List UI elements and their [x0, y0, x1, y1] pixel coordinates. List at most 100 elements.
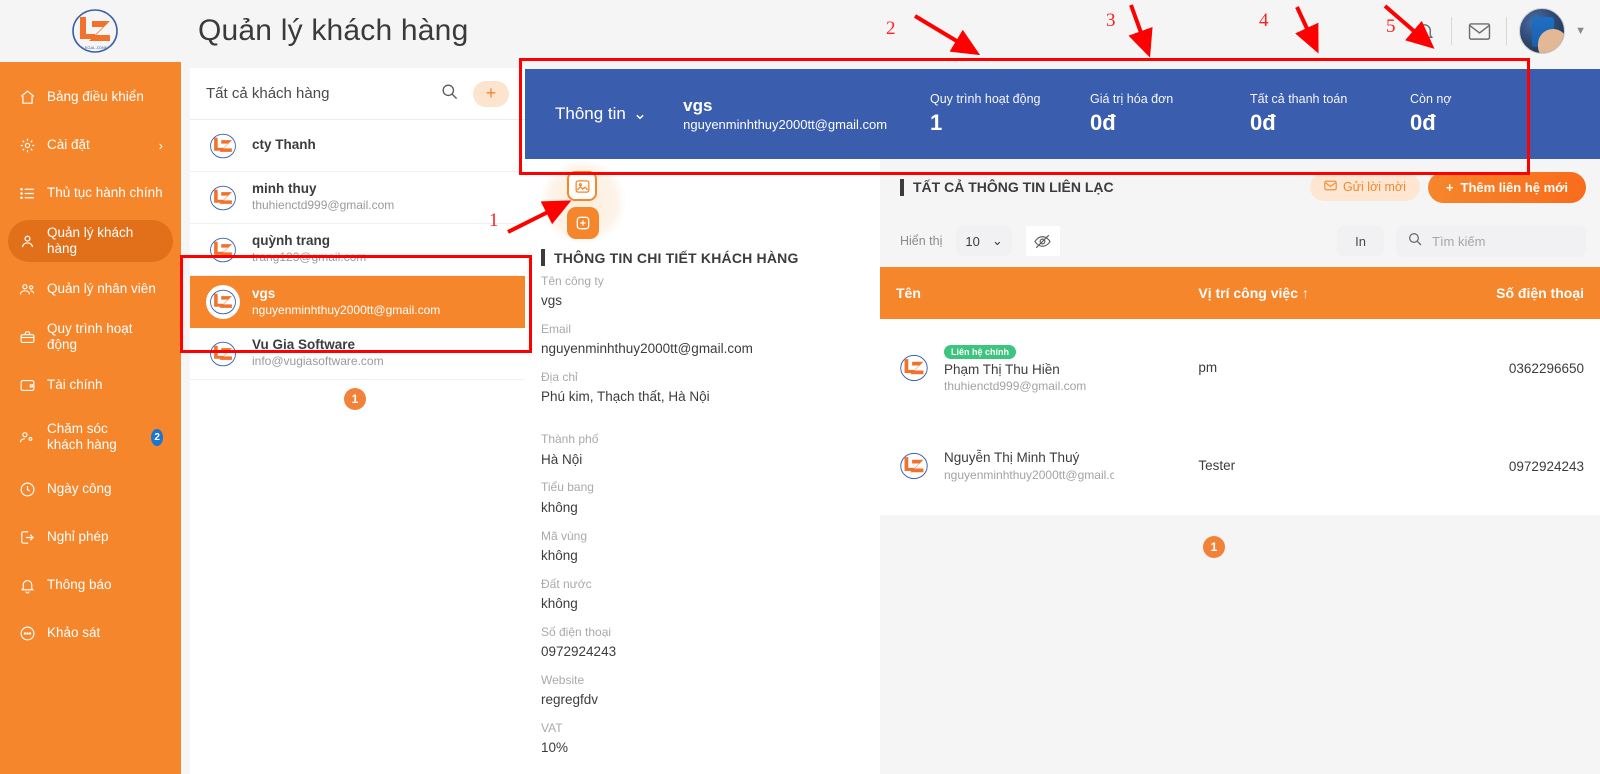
contacts-search-input[interactable]	[1432, 233, 1572, 249]
send-invite-button[interactable]: Gửi lời mời	[1309, 173, 1420, 201]
sidebar-item-label: Quy trình hoạt động	[47, 321, 133, 352]
column-header-name[interactable]: Tên	[880, 267, 1183, 319]
sidebar-item-label: Nghỉ phép	[47, 529, 109, 545]
sidebar-item-notifications[interactable]: Thông báo	[8, 564, 173, 606]
sidebar-item-finance[interactable]: Tài chính	[8, 364, 173, 406]
field-value: không	[541, 595, 578, 611]
field-label: Thành phố	[541, 432, 599, 447]
eye-off-icon[interactable]	[1025, 226, 1060, 256]
contact-email: thuhienctd999@gmail.com	[944, 379, 1087, 394]
field-label: Địa chỉ	[541, 370, 578, 385]
sidebar-item-admin-procedures[interactable]: Thủ tục hành chính	[8, 172, 173, 214]
sidebar-item-workflow[interactable]: Quy trình hoạt động	[8, 316, 173, 358]
section-marker	[900, 178, 904, 196]
sidebar-item-employee-management[interactable]: Quản lý nhân viên	[8, 268, 173, 310]
customer-summary-bar: Thông tin ⌄ vgs nguyenminhthuy2000tt@gma…	[525, 69, 1600, 159]
customer-name: Vu Gia Software	[252, 337, 356, 353]
info-tab[interactable]: Thông tin ⌄	[555, 104, 647, 124]
contacts-table-head: Tên Vị trí công việc ↑ Số điện thoại	[880, 267, 1600, 319]
sidebar-item-label: Thủ tục hành chính	[47, 185, 163, 201]
primary-contact-badge: Liên hệ chính	[944, 344, 1017, 359]
cell-job-title: pm	[1182, 319, 1420, 417]
sidebar-item-survey[interactable]: Khảo sát	[8, 612, 173, 654]
page-size-select[interactable]: 10 ⌄	[956, 226, 1012, 256]
info-tab-label: Thông tin	[555, 104, 626, 123]
stat-value: 0đ	[1410, 110, 1436, 136]
page-size-value: 10	[965, 233, 980, 249]
svg-text:LEGAL ZONE: LEGAL ZONE	[83, 45, 108, 50]
add-contact-button[interactable]: + Thêm liên hệ mới	[1427, 171, 1586, 203]
field-label: Mã vùng	[541, 528, 588, 543]
sidebar-item-label: Cài đặt	[47, 137, 90, 153]
sidebar-item-label: Thông báo	[47, 577, 112, 593]
add-image-button[interactable]	[567, 207, 599, 239]
print-button[interactable]: In	[1337, 226, 1384, 256]
sidebar-item-label: Quản lý nhân viên	[47, 281, 156, 297]
customer-list-item[interactable]: cty Thanh	[190, 120, 525, 172]
field-address: Địa chỉ Phú kim, Thạch thất, Hà Nội	[525, 368, 880, 408]
chevron-down-icon[interactable]: ⌄	[633, 104, 647, 124]
sidebar-item-settings[interactable]: Cài đặt ›	[8, 124, 173, 166]
customer-email: thuhienctd999@gmail.com	[252, 198, 395, 213]
stat-value: 0đ	[1250, 110, 1276, 136]
contact-avatar-logo	[896, 448, 932, 484]
stat-label: Quy trình hoạt động	[930, 92, 1041, 107]
sidebar-item-label: Ngày công	[47, 481, 112, 497]
notifications-bell-icon[interactable]	[1397, 20, 1451, 43]
sidebar-item-customer-care[interactable]: Chăm sóc khách hàng 2	[8, 412, 173, 462]
user-care-icon	[18, 428, 36, 446]
top-bar: LEGAL ZONE Quản lý khách hàng ▼	[0, 0, 1600, 62]
stat-label: Tất cả thanh toán	[1250, 92, 1348, 107]
chevron-right-icon[interactable]: ›	[159, 138, 163, 153]
field-label: Email	[541, 322, 572, 337]
customer-list-item-selected[interactable]: vgs nguyenminhthuy2000tt@gmail.com	[190, 276, 525, 328]
app-logo[interactable]: LEGAL ZONE	[0, 8, 190, 54]
field-label: Đất nước	[541, 576, 592, 591]
customer-list-item[interactable]: minh thuy thuhienctd999@gmail.com	[190, 172, 525, 224]
bell-icon	[18, 576, 36, 594]
customer-name: vgs	[683, 95, 713, 115]
sidebar-item-leave[interactable]: Nghỉ phép	[8, 516, 173, 558]
home-icon	[18, 88, 36, 106]
customer-list-header: Tất cả khách hàng +	[190, 68, 525, 120]
image-icon[interactable]	[567, 171, 597, 201]
sidebar-item-label: Quản lý khách hàng	[47, 225, 134, 256]
customer-list-item[interactable]: Vu Gia Software info@vugiasoftware.com	[190, 328, 525, 380]
detail-section-title: THÔNG TIN CHI TIẾT KHÁCH HÀNG	[554, 249, 799, 266]
detail-section-title-row: THÔNG TIN CHI TIẾT KHÁCH HÀNG	[541, 249, 880, 266]
column-header-phone[interactable]: Số điện thoại	[1419, 267, 1600, 319]
add-customer-button[interactable]: +	[473, 80, 509, 107]
sidebar-item-customer-management[interactable]: Quản lý khách hàng	[8, 220, 173, 262]
contact-job: pm	[1198, 360, 1218, 375]
briefcase-icon	[18, 328, 36, 346]
sidebar-item-dashboard[interactable]: Bảng điều khiển	[8, 76, 173, 118]
field-label: Tiểu bang	[541, 480, 594, 495]
envelope-icon	[1324, 180, 1337, 194]
customer-name: vgs	[252, 285, 276, 301]
sidebar-item-workdays[interactable]: Ngày công	[8, 468, 173, 510]
customer-list-panel: Tất cả khách hàng + cty Thanh minh thuy …	[190, 68, 525, 774]
clock-icon	[18, 480, 36, 498]
column-header-job-title[interactable]: Vị trí công việc ↑	[1182, 267, 1420, 319]
contacts-search-box[interactable]	[1396, 225, 1586, 257]
contact-email: nguyenminhthuy2000tt@gmail.com	[944, 467, 1114, 482]
user-icon	[18, 232, 36, 250]
divider	[1506, 17, 1508, 45]
messages-envelope-icon[interactable]	[1452, 22, 1506, 41]
customer-email: nguyenminhthuy2000tt@gmail.com	[683, 116, 888, 132]
customer-avatar-logo	[206, 336, 240, 371]
cell-phone: 0362296650	[1419, 319, 1600, 417]
section-marker	[541, 249, 545, 266]
table-row[interactable]: Liên hệ chính Phạm Thị Thu Hiền thuhienc…	[880, 319, 1600, 417]
customer-list-item[interactable]: quỳnh trang trang123@gmail.com	[190, 224, 525, 276]
stat-workflow: Quy trình hoạt động 1	[930, 90, 1090, 137]
user-avatar[interactable]	[1519, 8, 1566, 54]
table-row[interactable]: Nguyễn Thị Minh Thuý nguyenminhthuy2000t…	[880, 417, 1600, 515]
add-contact-label: Thêm liên hệ mới	[1460, 179, 1569, 195]
sidebar-item-label: Khảo sát	[47, 625, 101, 641]
account-menu-caret-icon[interactable]: ▼	[1575, 25, 1586, 37]
stat-invoice-value: Giá trị hóa đơn 0đ	[1090, 90, 1250, 137]
field-value: không	[541, 499, 578, 515]
search-icon[interactable]	[440, 82, 459, 106]
contacts-panel: TẤT CẢ THÔNG TIN LIÊN LẠC Gửi lời mời + …	[880, 159, 1600, 774]
